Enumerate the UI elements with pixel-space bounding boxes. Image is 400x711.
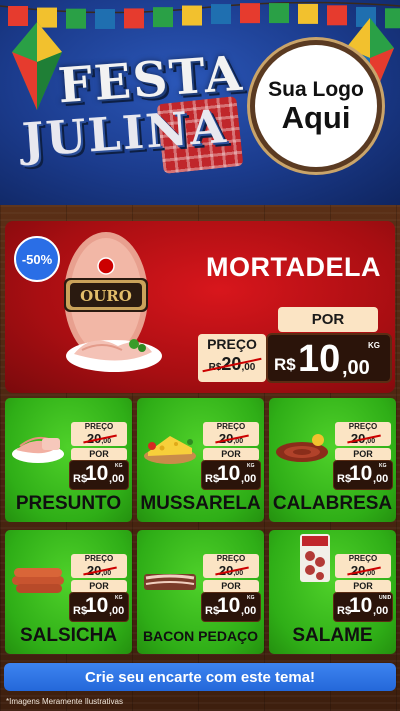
price-box: R$ 10,00 KG	[201, 460, 261, 490]
logo-text-line2: Aqui	[281, 99, 351, 135]
old-price-dec: ,00	[233, 438, 244, 445]
price-dec: ,00	[342, 357, 370, 379]
price-currency: R$	[274, 355, 296, 374]
old-price-dec: ,00	[233, 570, 244, 577]
bunting-flag	[298, 3, 318, 24]
price-int: 10	[349, 594, 373, 617]
product-name: BACON PEDAÇO	[142, 628, 259, 644]
product-card[interactable]: PREÇO20,00PORR$10,00KGMUSSARELA	[137, 398, 264, 522]
footnote: *Imagens Meramente Ilustrativas	[6, 697, 123, 706]
bunting-flag	[95, 8, 115, 29]
bunting-flag	[66, 8, 86, 29]
price-unit: KG	[368, 341, 380, 350]
old-price-tag: PREÇO20,00	[203, 554, 259, 578]
price-box: R$ 10,00 KG	[69, 460, 129, 490]
product-card[interactable]: PREÇO20,00PORR$10,00KGBACON PEDAÇO	[137, 530, 264, 654]
price-box: R$ 10,00 UNID	[333, 592, 393, 622]
product-name: SALSICHA	[19, 625, 118, 646]
featured-price-box: R$ 10 ,00 KG	[266, 333, 392, 383]
price-dec: ,00	[373, 473, 389, 485]
price-box: R$ 10,00 KG	[69, 592, 129, 622]
bunting-flag	[211, 4, 231, 25]
price-dec: ,00	[373, 605, 389, 617]
old-price-tag: PREÇO20,00	[203, 422, 259, 446]
mortadela-icon: OURO	[64, 232, 162, 372]
por-tag: POR	[278, 307, 378, 332]
price-int: 10	[217, 462, 241, 485]
bunting-flag	[269, 3, 289, 24]
cheese-icon	[144, 436, 196, 464]
discount-badge: -50%	[14, 236, 60, 282]
hotdog-sausages-icon	[12, 568, 64, 593]
price-dec: ,00	[241, 473, 257, 485]
price-unit: UNID	[379, 595, 392, 601]
mortadela-brand-label: OURO	[80, 287, 132, 305]
price-int: 10	[349, 462, 373, 485]
price-dec: ,00	[241, 605, 257, 617]
logo-placeholder[interactable]: Sua Logo Aqui	[250, 40, 382, 172]
price-box: R$ 10,00 KG	[201, 592, 261, 622]
product-name: CALABRESA	[272, 493, 393, 514]
product-name: PRESUNTO	[15, 493, 122, 514]
flyer-page: FESTA JULINA Sua Logo Aqui OURO -50% MOR…	[0, 0, 400, 711]
old-price-dec: ,00	[365, 438, 376, 445]
product-card[interactable]: PREÇO20,00PORR$10,00KGSALSICHA	[5, 530, 132, 654]
bunting-flag	[124, 8, 144, 29]
bunting-flag	[182, 5, 202, 26]
old-price-tag: PREÇO R$20,00	[198, 334, 266, 382]
price-unit: KG	[247, 463, 255, 469]
featured-product-name: MORTADELA	[206, 252, 381, 282]
price-unit: KG	[247, 595, 255, 601]
old-price-tag: PREÇO20,00	[335, 422, 391, 446]
product-name: SALAME	[292, 625, 373, 646]
sausage-coil-icon	[276, 434, 328, 462]
old-price-dec: ,00	[241, 362, 256, 373]
bunting-flag	[240, 3, 260, 24]
price-dec: ,00	[109, 473, 125, 485]
price-dec: ,00	[109, 605, 125, 617]
logo-text-line1: Sua Logo	[268, 77, 364, 101]
bunting-flag	[153, 7, 173, 28]
price-unit: KG	[379, 463, 387, 469]
price-unit: KG	[115, 463, 123, 469]
old-price-dec: ,00	[101, 570, 112, 577]
old-price-dec: ,00	[101, 438, 112, 445]
price-int: 10	[85, 462, 109, 485]
product-card[interactable]: PREÇO20,00PORR$10,00KGPRESUNTO	[5, 398, 132, 522]
old-price-tag: PREÇO20,00	[335, 554, 391, 578]
price-box: R$ 10,00 KG	[333, 460, 393, 490]
bacon-icon	[144, 574, 196, 590]
old-price-dec: ,00	[365, 570, 376, 577]
header-banner: FESTA JULINA Sua Logo Aqui	[0, 0, 400, 205]
preco-label: PREÇO	[207, 336, 257, 352]
price-int: 10	[85, 594, 109, 617]
price-unit: KG	[115, 595, 123, 601]
product-name: MUSSARELA	[140, 493, 261, 514]
old-price-tag: PREÇO20,00	[71, 422, 127, 446]
product-card[interactable]: PREÇO20,00PORR$10,00UNIDSALAME	[269, 530, 396, 654]
create-flyer-button[interactable]: Crie seu encarte com este tema!	[4, 663, 396, 691]
ham-slices-icon	[12, 436, 64, 463]
price-int: 10	[217, 594, 241, 617]
old-price-tag: PREÇO20,00	[71, 554, 127, 578]
product-card[interactable]: PREÇO20,00PORR$10,00KGCALABRESA	[269, 398, 396, 522]
price-int: 10	[298, 338, 341, 380]
